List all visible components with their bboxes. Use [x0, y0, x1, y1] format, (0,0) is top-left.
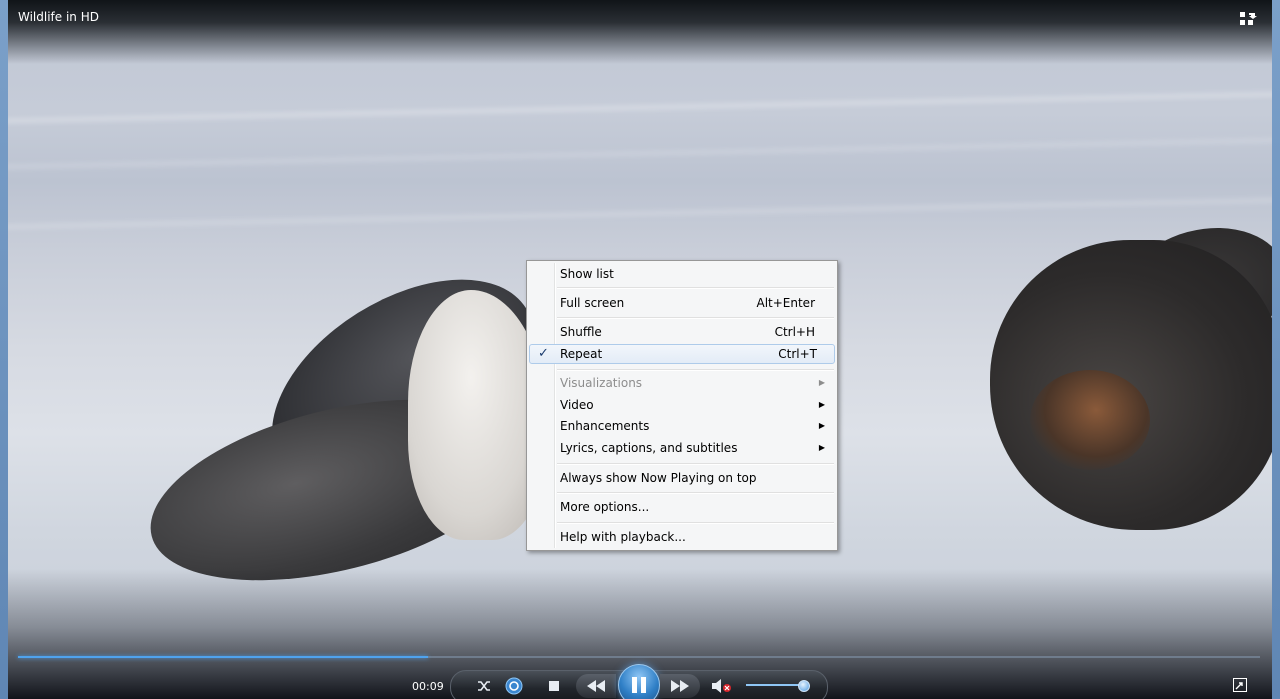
menu-item-label: Help with playback... — [560, 530, 686, 544]
menu-item-label: Enhancements — [560, 419, 650, 433]
shuffle-icon[interactable] — [476, 678, 492, 694]
submenu-arrow-icon: ▶ — [818, 378, 825, 387]
menu-item-help-with-playback[interactable]: Help with playback... — [529, 527, 833, 547]
mute-icon[interactable] — [711, 678, 733, 694]
menu-item-show-list[interactable]: Show list — [529, 264, 833, 284]
menu-item-label: Always show Now Playing on top — [560, 471, 757, 485]
fullscreen-icon[interactable] — [1233, 677, 1247, 692]
menu-item-label: Show list — [560, 267, 614, 281]
elapsed-time: 00:09 — [412, 680, 444, 693]
menu-item-lyrics-captions-subtitles[interactable]: Lyrics, captions, and subtitles ▶ — [529, 438, 833, 458]
menu-item-full-screen[interactable]: Full screen Alt+Enter — [529, 293, 833, 313]
video-texture — [8, 89, 1272, 125]
window-title: Wildlife in HD — [18, 10, 99, 24]
menu-separator — [557, 522, 834, 524]
menu-separator — [557, 287, 834, 289]
previous-icon[interactable] — [576, 674, 616, 698]
seek-progress — [18, 656, 428, 658]
menu-item-label: Video — [560, 398, 594, 412]
menu-item-shortcut: Alt+Enter — [756, 296, 815, 310]
menu-item-label: Lyrics, captions, and subtitles — [560, 441, 738, 455]
repeat-icon[interactable] — [505, 677, 523, 695]
check-icon: ✓ — [538, 346, 549, 361]
menu-separator — [557, 369, 834, 371]
menu-item-label: Shuffle — [560, 325, 602, 339]
volume-level — [746, 684, 799, 686]
stop-icon[interactable] — [547, 679, 561, 693]
context-menu: Show list Full screen Alt+Enter Shuffle … — [526, 260, 838, 551]
menu-item-always-on-top[interactable]: Always show Now Playing on top — [529, 468, 833, 488]
menu-item-repeat[interactable]: ✓ Repeat Ctrl+T — [529, 344, 835, 364]
menu-item-label: Full screen — [560, 296, 625, 310]
menu-item-more-options[interactable]: More options... — [529, 497, 833, 517]
submenu-arrow-icon: ▶ — [818, 443, 825, 452]
video-subject — [1030, 370, 1150, 470]
video-texture — [8, 195, 1272, 231]
menu-item-shortcut: Ctrl+T — [778, 347, 817, 361]
menu-item-visualizations[interactable]: Visualizations ▶ — [529, 373, 833, 393]
menu-item-shortcut: Ctrl+H — [774, 325, 815, 339]
pause-icon[interactable] — [618, 664, 660, 699]
menu-item-enhancements[interactable]: Enhancements ▶ — [529, 416, 833, 436]
menu-item-label: Visualizations — [560, 376, 643, 390]
switch-to-library-icon[interactable] — [1240, 11, 1258, 25]
submenu-arrow-icon: ▶ — [818, 421, 825, 430]
menu-item-label: Repeat — [560, 347, 603, 361]
menu-item-label: More options... — [560, 500, 650, 514]
next-icon[interactable] — [660, 674, 700, 698]
volume-thumb[interactable] — [798, 680, 810, 692]
submenu-arrow-icon: ▶ — [818, 400, 825, 409]
menu-separator — [557, 492, 834, 494]
title-overlay — [8, 0, 1272, 64]
menu-separator — [557, 317, 834, 319]
video-texture — [8, 135, 1272, 171]
seek-bar[interactable] — [18, 656, 1260, 658]
menu-item-video[interactable]: Video ▶ — [529, 395, 833, 415]
menu-item-shuffle[interactable]: Shuffle Ctrl+H — [529, 322, 833, 342]
menu-separator — [557, 463, 834, 465]
